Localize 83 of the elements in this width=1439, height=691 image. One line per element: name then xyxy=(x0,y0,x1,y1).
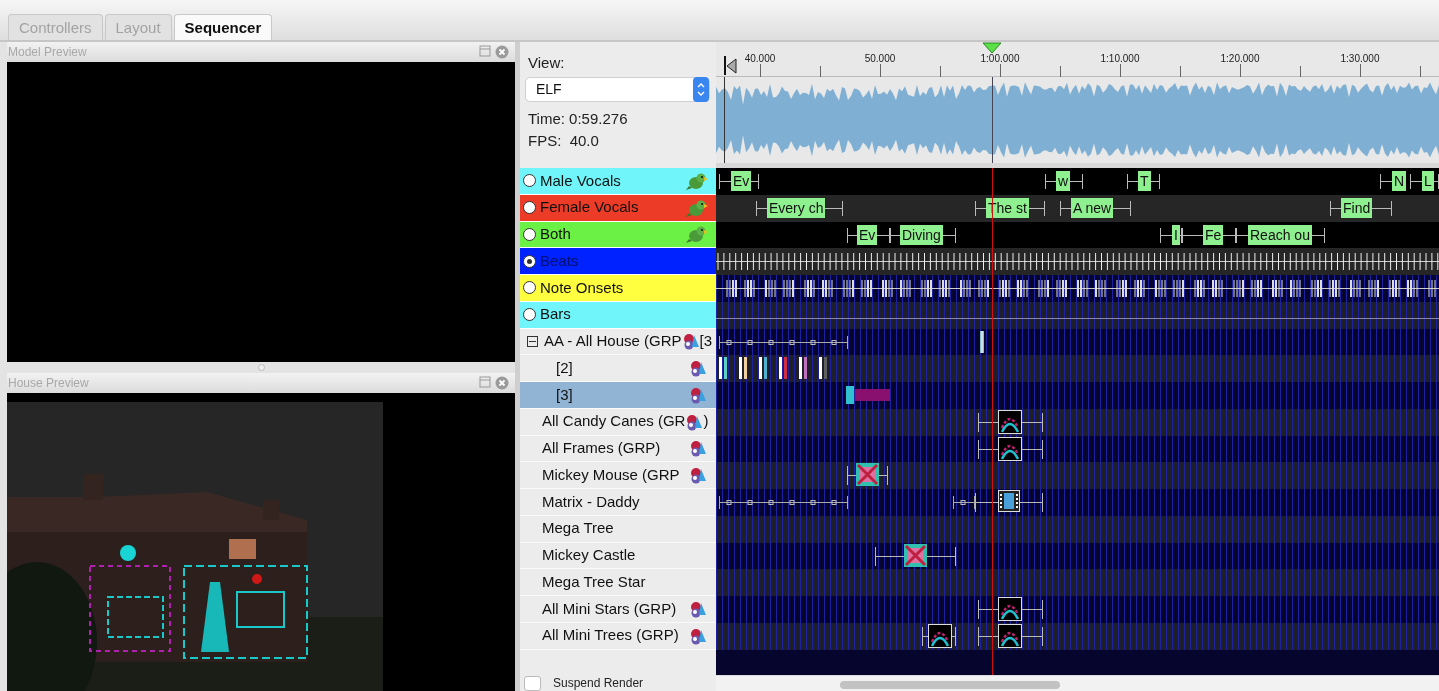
track-header[interactable]: Both xyxy=(520,221,716,249)
track-name: Beats xyxy=(540,250,580,271)
timing-label[interactable]: N xyxy=(1392,171,1407,191)
close-icon[interactable] xyxy=(495,45,509,59)
arc-effect-icon[interactable] xyxy=(998,409,1022,434)
panel-title: House Preview xyxy=(8,375,89,392)
timing-label[interactable]: L xyxy=(1422,171,1434,191)
track-header[interactable]: Note Onsets xyxy=(520,275,716,302)
model-name-suffix: [3 xyxy=(699,331,713,352)
radio-button[interactable] xyxy=(523,201,536,215)
model-name: [2] xyxy=(556,357,573,378)
timing-label[interactable]: w xyxy=(1056,171,1071,191)
restore-icon xyxy=(479,376,491,388)
collapse-icon[interactable] xyxy=(527,335,538,347)
cross-effect-icon[interactable] xyxy=(856,463,880,488)
effect-marker[interactable] xyxy=(980,330,984,353)
time-readout: Time: 0:59.276 xyxy=(528,108,629,129)
film-effect-icon[interactable] xyxy=(998,490,1022,514)
arc-effect-icon[interactable] xyxy=(998,597,1022,621)
ruler-label: 1:20.000 xyxy=(1220,52,1260,66)
model-name: Mickey Mouse (GRP xyxy=(542,464,680,485)
timing-label[interactable]: Diving xyxy=(900,224,943,245)
model-name: All Frames (GRP) xyxy=(542,438,661,459)
start-marker-icon xyxy=(724,56,737,75)
timing-label[interactable]: Ev xyxy=(731,171,752,191)
track-name: Female Vocals xyxy=(540,197,640,218)
ruler-label: 1:10.000 xyxy=(1100,52,1140,66)
radio-button[interactable] xyxy=(523,281,536,295)
restore-icon xyxy=(479,45,491,57)
stepper-icon xyxy=(693,76,709,102)
timing-label[interactable]: A new xyxy=(1071,197,1114,218)
arc-effect-icon[interactable] xyxy=(998,623,1022,648)
ruler-label: 50.000 xyxy=(864,52,896,66)
model-row[interactable]: [3] xyxy=(520,382,716,409)
radio-button[interactable] xyxy=(523,308,536,322)
model-name: Mega Tree Star xyxy=(542,571,646,592)
timing-label[interactable]: Ev xyxy=(857,224,878,245)
bird-icon xyxy=(686,224,708,245)
model-name-suffix: ) xyxy=(703,411,709,432)
checkbox[interactable] xyxy=(524,675,541,691)
model-name: All Candy Canes (GR xyxy=(542,411,686,432)
tab[interactable]: Sequencer xyxy=(173,14,273,40)
radio-button[interactable] xyxy=(523,227,536,241)
effect-block xyxy=(846,386,890,404)
timeline-ruler[interactable]: 40.000 50.000 1:00.000 1:10.000 1:20.000 1:30.000 xyxy=(716,42,1439,77)
arc-effect-icon[interactable] xyxy=(928,623,952,648)
ruler-label: 1:30.000 xyxy=(1340,52,1380,66)
view-dropdown[interactable]: ELF xyxy=(525,76,710,102)
track-name: Note Onsets xyxy=(540,277,625,298)
track-name: Male Vocals xyxy=(540,170,622,191)
timing-label[interactable]: Every ch xyxy=(767,197,826,218)
panel-title: Model Preview xyxy=(8,44,87,61)
track-name: Bars xyxy=(540,304,572,325)
model-name: [3] xyxy=(556,384,573,405)
timing-label[interactable]: I xyxy=(1172,224,1180,245)
horizontal-scrollbar[interactable] xyxy=(716,675,1439,691)
track-name: Both xyxy=(540,224,572,245)
radio-button[interactable] xyxy=(523,254,536,268)
ruler-label: 1:00.000 xyxy=(980,52,1020,66)
model-name: Mega Tree xyxy=(542,518,614,539)
timing-label[interactable]: T xyxy=(1138,171,1151,191)
model-name: All Mini Trees (GRP) xyxy=(542,625,679,646)
model-name: AA - All House (GRP xyxy=(544,331,682,352)
close-icon[interactable] xyxy=(495,376,509,390)
fps-readout: FPS: 40.0 xyxy=(528,131,600,151)
track-header[interactable]: Bars xyxy=(520,301,716,329)
timing-label[interactable]: Fe xyxy=(1203,224,1224,245)
model-name: All Mini Stars (GRP) xyxy=(542,598,677,619)
ruler-label: 40.000 xyxy=(744,52,776,66)
scrollbar-thumb[interactable] xyxy=(840,681,1060,689)
cross-effect-icon[interactable] xyxy=(904,543,928,568)
dotted-effect-line xyxy=(953,496,975,509)
model-name: Matrix - Daddy xyxy=(542,491,640,512)
view-label: View: xyxy=(528,53,566,73)
track-header[interactable]: Female Vocals xyxy=(520,194,716,222)
checkbox-label: Suspend Render xyxy=(553,675,644,691)
model-name: Mickey Castle xyxy=(542,545,636,566)
timing-label[interactable]: Find xyxy=(1341,197,1373,218)
track-header[interactable]: Male Vocals xyxy=(520,168,716,195)
arc-effect-icon[interactable] xyxy=(998,436,1022,461)
splitter-handle[interactable] xyxy=(257,364,265,371)
radio-button[interactable] xyxy=(523,174,536,188)
timing-label[interactable]: Reach ou xyxy=(1248,224,1312,245)
